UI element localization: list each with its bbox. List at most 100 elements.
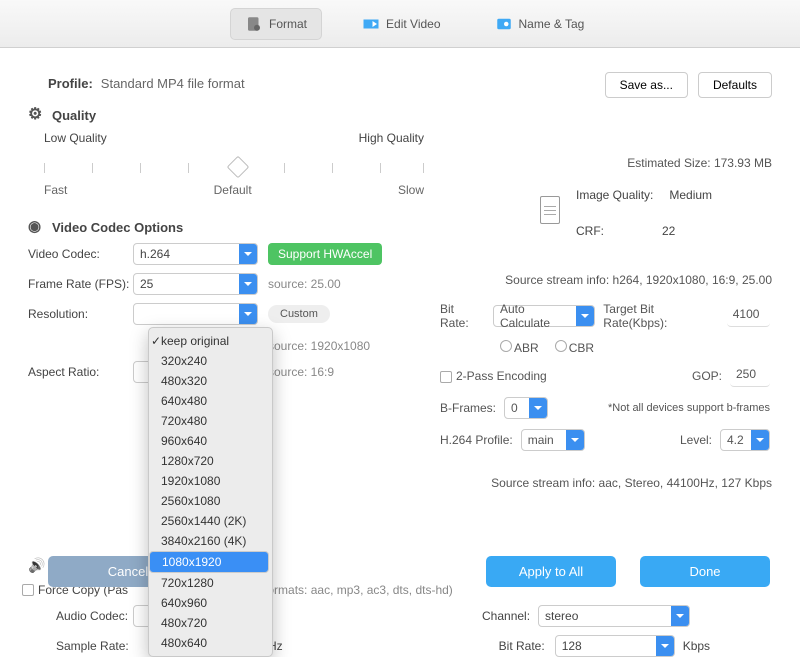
film-icon (28, 219, 44, 235)
crf-label: CRF: (576, 224, 604, 238)
video-right-column: Bit Rate: Auto Calculate Target Bit Rate… (440, 302, 770, 461)
vco-title: Video Codec Options (52, 220, 183, 235)
target-bitrate-label: Target Bit Rate(Kbps): (603, 302, 718, 330)
crf-value: 22 (662, 224, 675, 238)
resolution-option[interactable]: 3840x2160 (4K) (149, 531, 272, 551)
resolution-option[interactable]: 1080x1920 (149, 551, 269, 573)
top-buttons: Save as... Defaults (605, 72, 772, 98)
resolution-option[interactable]: keep original (149, 331, 272, 351)
framerate-label: Frame Rate (FPS): (28, 277, 133, 291)
resolution-option[interactable]: 720x480 (149, 411, 272, 431)
resolution-select[interactable] (133, 303, 258, 325)
video-codec-label: Video Codec: (28, 247, 133, 261)
tab-label: Name & Tag (519, 17, 585, 31)
bframes-label: B-Frames: (440, 401, 496, 415)
resolution-option[interactable]: 480x640 (149, 633, 272, 653)
speaker-icon (28, 559, 44, 575)
custom-resolution-chip[interactable]: Custom (268, 305, 330, 323)
edit-video-icon (362, 15, 380, 33)
audio-stream-info: Source stream info: aac, Stereo, 44100Hz… (491, 476, 772, 490)
gop-label: GOP: (692, 369, 722, 383)
profile-value: Standard MP4 file format (101, 76, 245, 91)
video-codec-select[interactable]: h.264 (133, 243, 258, 265)
chevron-down-icon (529, 398, 547, 418)
resolution-label: Resolution: (28, 307, 133, 321)
framerate-select[interactable]: 25 (133, 273, 258, 295)
high-quality-label: High Quality (359, 131, 424, 145)
level-label: Level: (680, 433, 712, 447)
defaults-button[interactable]: Defaults (698, 72, 772, 98)
quality-header: Quality (28, 107, 772, 123)
sample-rate-label: Sample Rate: (56, 639, 133, 653)
audio-bitrate-label: Bit Rate: (499, 639, 545, 653)
image-quality-value: Medium (669, 188, 712, 202)
chevron-down-icon (566, 430, 584, 450)
apply-to-all-button[interactable]: Apply to All (486, 556, 616, 587)
resolution-option[interactable]: 2560x1440 (2K) (149, 511, 272, 531)
default-label: Default (214, 183, 252, 197)
audio-codec-label: Audio Codec: (56, 609, 133, 623)
quality-slider[interactable] (44, 157, 424, 181)
document-icon (540, 196, 560, 224)
fast-label: Fast (44, 183, 67, 197)
resolution-option[interactable]: 960x640 (149, 431, 272, 451)
cbr-radio[interactable] (555, 340, 567, 352)
chevron-down-icon (751, 430, 769, 450)
abr-label: ABR (514, 341, 539, 355)
audio-bitrate-unit: Kbps (683, 639, 710, 653)
tab-edit-video[interactable]: Edit Video (348, 9, 455, 39)
slow-label: Slow (398, 183, 424, 197)
chevron-down-icon (576, 306, 594, 326)
resolution-dropdown[interactable]: keep original320x240480x320640x480720x48… (148, 327, 273, 657)
chevron-down-icon (239, 244, 257, 264)
two-pass-label: 2-Pass Encoding (456, 369, 547, 383)
resolution-option[interactable]: 640x480 (149, 391, 272, 411)
aspect-ratio-source-hint: source: 16:9 (268, 365, 334, 379)
save-as-button[interactable]: Save as... (605, 72, 688, 98)
level-select[interactable]: 4.2 (720, 429, 770, 451)
format-icon (245, 15, 263, 33)
chevron-down-icon (656, 636, 674, 656)
quality-title: Quality (52, 108, 96, 123)
gop-input[interactable]: 250 (730, 365, 770, 387)
resolution-option[interactable]: 1920x1080 (149, 471, 272, 491)
h264-profile-select[interactable]: main (521, 429, 585, 451)
name-tag-icon (495, 15, 513, 33)
bframes-note: *Not all devices support b-frames (608, 402, 770, 414)
abr-radio[interactable] (500, 340, 512, 352)
image-quality-label: Image Quality: (576, 188, 653, 202)
resolution-source-hint: source: 1920x1080 (268, 339, 370, 353)
tab-bar: Format Edit Video Name & Tag (0, 0, 800, 48)
two-pass-checkbox[interactable] (440, 371, 452, 383)
tab-label: Edit Video (386, 17, 441, 31)
channel-select[interactable]: stereo (538, 605, 690, 627)
video-stream-info: Source stream info: h264, 1920x1080, 16:… (505, 273, 772, 287)
chevron-down-icon (671, 606, 689, 626)
resolution-option[interactable]: 480x320 (149, 371, 272, 391)
resolution-option[interactable]: 1280x720 (149, 451, 272, 471)
bframes-select[interactable]: 0 (504, 397, 548, 419)
cbr-label: CBR (569, 341, 594, 355)
audio-bitrate-select[interactable]: 128 (555, 635, 675, 657)
channel-label: Channel: (482, 609, 530, 623)
done-button[interactable]: Done (640, 556, 770, 587)
resolution-option[interactable]: 2560x1080 (149, 491, 272, 511)
resolution-option[interactable]: 640x960 (149, 593, 272, 613)
resolution-option[interactable]: 320x240 (149, 351, 272, 371)
chevron-down-icon (239, 304, 257, 324)
h264-profile-label: H.264 Profile: (440, 433, 513, 447)
slider-thumb[interactable] (227, 156, 250, 179)
tab-format[interactable]: Format (230, 8, 322, 40)
aspect-ratio-label: Aspect Ratio: (28, 365, 133, 379)
tab-label: Format (269, 17, 307, 31)
resolution-option[interactable]: 720x1280 (149, 573, 272, 593)
fps-source-hint: source: 25.00 (268, 277, 341, 291)
tab-name-tag[interactable]: Name & Tag (481, 9, 599, 39)
bitrate-select[interactable]: Auto Calculate (493, 305, 595, 327)
target-bitrate-input[interactable]: 4100 (727, 305, 770, 327)
force-copy-checkbox[interactable] (22, 584, 34, 596)
chevron-down-icon (239, 274, 257, 294)
resolution-option[interactable]: 480x720 (149, 613, 272, 633)
gear-icon (28, 107, 44, 123)
support-hwaccel-button[interactable]: Support HWAccel (268, 243, 382, 265)
